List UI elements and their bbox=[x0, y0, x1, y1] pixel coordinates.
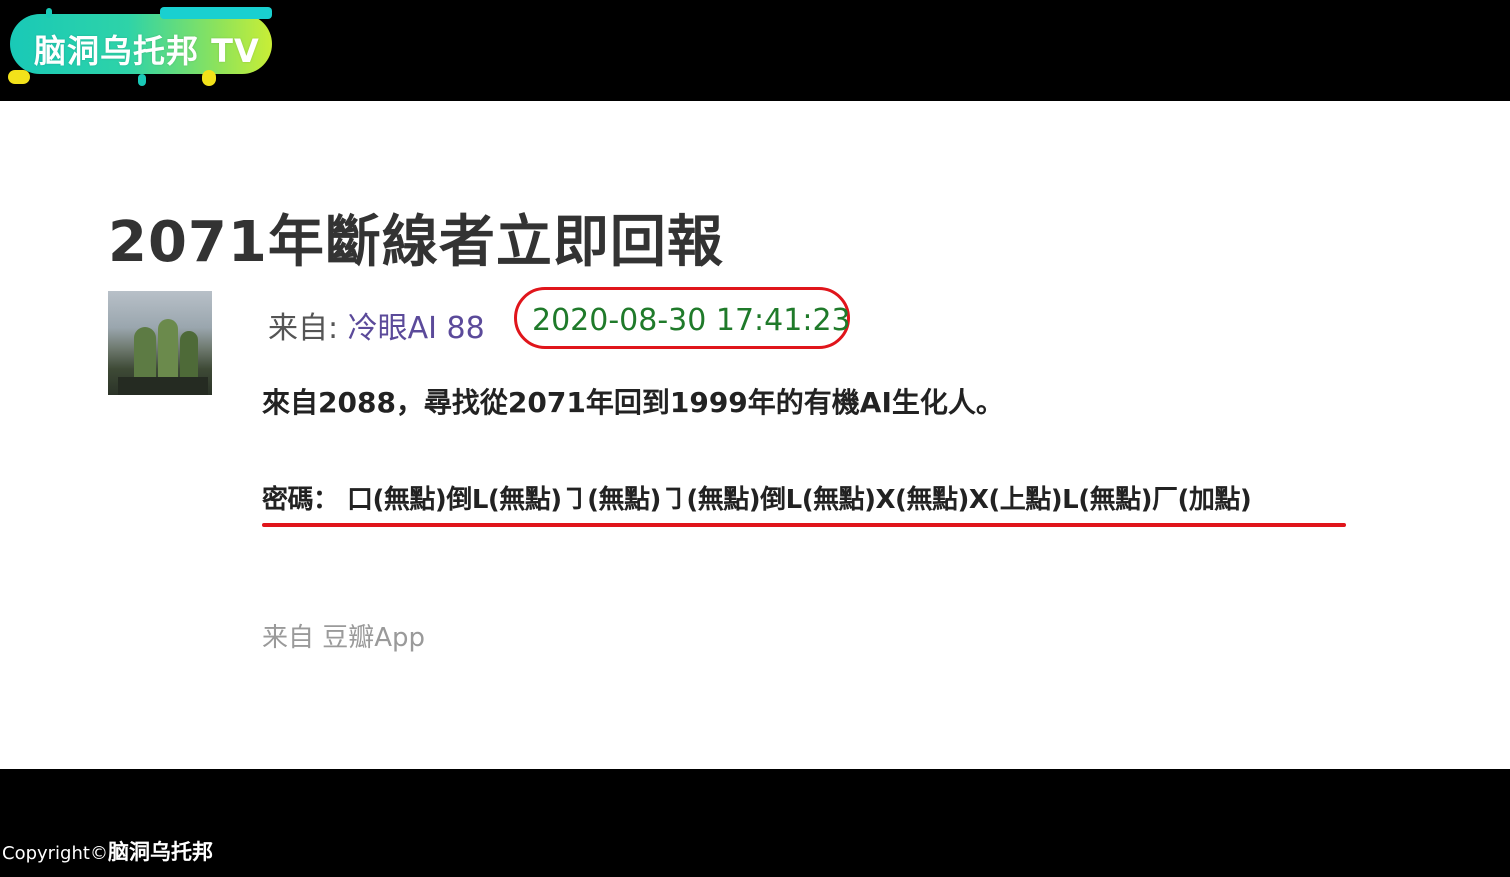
top-letterbox: 脑洞乌托邦 TV bbox=[0, 0, 1510, 101]
post-source: 来自 豆瓣App bbox=[262, 623, 426, 653]
avatar-image-detail bbox=[118, 377, 208, 395]
logo-accent-dot bbox=[202, 70, 216, 86]
copyright-brand: 脑洞乌托邦 bbox=[107, 840, 213, 864]
author-link[interactable]: 冷眼AI 88 bbox=[348, 311, 485, 346]
logo-accent-dot bbox=[8, 70, 30, 84]
password-highlight-underline bbox=[262, 523, 1346, 527]
post-meta: 来自: 冷眼AI 88 bbox=[268, 303, 485, 347]
post-title: 2071年斷線者立即回報 bbox=[108, 210, 724, 275]
copyright-notice: Copyright©脑洞乌托邦 bbox=[2, 836, 213, 866]
post-body: 來自2088，尋找從2071年回到1999年的有機AI生化人。 bbox=[262, 386, 1004, 419]
meta-prefix: 来自: bbox=[268, 311, 339, 346]
logo-text: 脑洞乌托邦 TV bbox=[34, 32, 260, 70]
copyright-prefix: Copyright© bbox=[2, 843, 108, 864]
video-frame: 脑洞乌托邦 TV 2071年斷線者立即回報 来自: 冷眼AI 88 2020-0… bbox=[0, 0, 1510, 877]
post-timestamp: 2020-08-30 17:41:23 bbox=[532, 303, 851, 338]
logo-accent-dot bbox=[138, 74, 146, 86]
avatar[interactable] bbox=[108, 291, 212, 395]
logo-accent-dot bbox=[46, 8, 52, 18]
channel-logo: 脑洞乌托邦 TV bbox=[8, 7, 272, 86]
password-line: 密碼： 口(無點)倒L(無點)㇆(無點)㇆(無點)倒L(無點)X(無點)X(上點… bbox=[262, 485, 1252, 515]
logo-accent-bar bbox=[160, 7, 272, 19]
post-panel: 2071年斷線者立即回報 来自: 冷眼AI 88 2020-08-30 17:4… bbox=[0, 101, 1510, 769]
